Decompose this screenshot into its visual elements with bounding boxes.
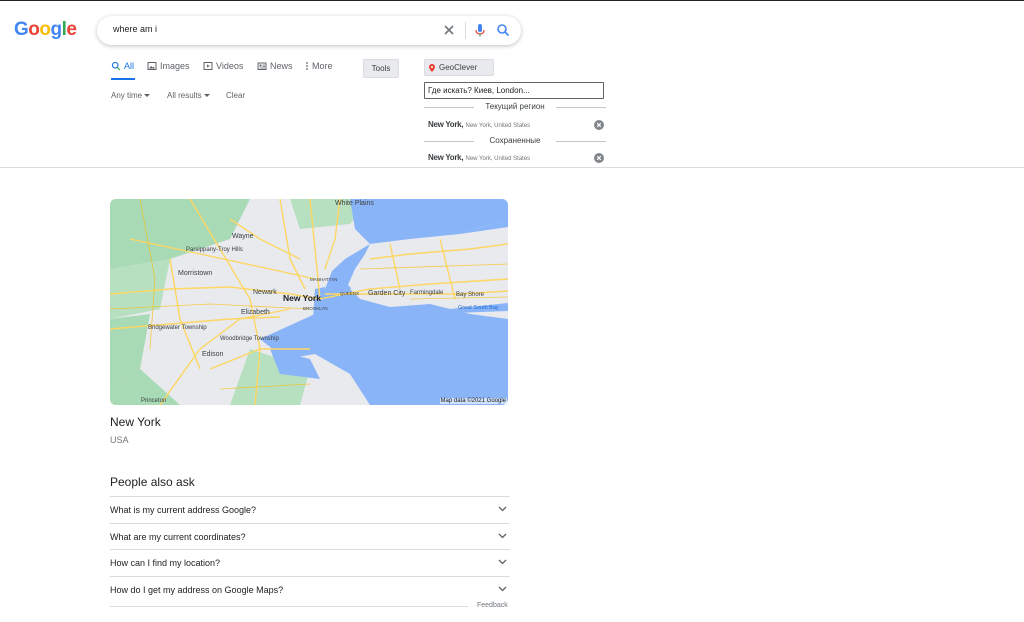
map-pin-icon bbox=[429, 63, 435, 72]
region-city: New York, bbox=[428, 153, 464, 162]
results-filter-dropdown[interactable]: All results bbox=[167, 91, 210, 100]
map-label-garden-city: Garden City bbox=[368, 290, 406, 297]
map-label-morristown: Morristown bbox=[178, 270, 212, 277]
search-input[interactable] bbox=[111, 23, 425, 35]
caret-down-icon bbox=[144, 94, 151, 97]
tab-videos[interactable]: Videos bbox=[203, 61, 243, 71]
results-filter-label: All results bbox=[167, 91, 202, 100]
microphone-icon[interactable] bbox=[472, 22, 488, 38]
tab-label: Images bbox=[160, 61, 190, 71]
tab-label: Videos bbox=[216, 61, 244, 71]
map-label-brooklyn: BROOKLYN bbox=[303, 306, 328, 311]
tab-images[interactable]: Images bbox=[147, 61, 190, 71]
geoclever-button[interactable]: GeoClever bbox=[424, 59, 494, 76]
map-label-woodbridge: Woodbridge Township bbox=[220, 336, 279, 342]
logo-letter: e bbox=[66, 19, 77, 40]
place-title: New York bbox=[110, 415, 161, 429]
tab-news[interactable]: News bbox=[257, 61, 293, 71]
tools-label: Tools bbox=[371, 64, 391, 73]
map-label-queens: QUEENS bbox=[340, 291, 359, 296]
region-city: New York, bbox=[428, 120, 464, 129]
geoclever-label: GeoClever bbox=[439, 63, 478, 72]
chevron-down-icon bbox=[498, 533, 507, 538]
remove-icon[interactable] bbox=[594, 120, 604, 130]
logo-letter: o bbox=[28, 19, 40, 40]
paa-bottom-divider bbox=[110, 606, 468, 607]
chevron-down-icon bbox=[498, 506, 507, 512]
location-map[interactable]: New York Newark Elizabeth Morristown Par… bbox=[110, 199, 508, 405]
remove-icon[interactable] bbox=[594, 153, 604, 163]
search-icon[interactable] bbox=[495, 22, 511, 38]
feedback-link[interactable]: Feedback bbox=[477, 602, 508, 609]
map-label-white-plains: White Plains bbox=[335, 200, 374, 207]
tab-label: More bbox=[312, 61, 333, 71]
question-text: How do I get my address on Google Maps? bbox=[110, 584, 284, 595]
saved-heading: Сохраненные bbox=[424, 136, 606, 146]
more-vert-icon bbox=[306, 62, 308, 70]
map-label-edison: Edison bbox=[202, 351, 224, 358]
header-divider bbox=[0, 167, 1024, 168]
caret-down-icon bbox=[203, 94, 210, 97]
time-filter-dropdown[interactable]: Any time bbox=[111, 91, 151, 100]
question-text: What are my current coordinates? bbox=[110, 531, 246, 542]
google-logo[interactable]: Google bbox=[14, 19, 77, 41]
map-label-newark: Newark bbox=[253, 289, 277, 296]
place-subtitle: USA bbox=[110, 435, 129, 445]
search-box bbox=[97, 16, 521, 45]
clear-filters-link[interactable]: Clear bbox=[226, 91, 245, 100]
clear-icon[interactable] bbox=[441, 22, 457, 38]
window-top-border bbox=[0, 0, 1024, 1]
logo-letter: o bbox=[39, 19, 51, 40]
current-region-item[interactable]: New York, New York, United States bbox=[428, 120, 604, 132]
tools-button[interactable]: Tools bbox=[363, 59, 399, 78]
logo-letter: G bbox=[14, 19, 29, 40]
question-text: How can I find my location? bbox=[110, 558, 221, 568]
people-also-ask-list: What is my current address Google? What … bbox=[110, 496, 510, 602]
tab-more[interactable]: More bbox=[305, 61, 333, 71]
map-label-wayne: Wayne bbox=[232, 233, 254, 240]
map-label-manhattan: MANHATTAN bbox=[310, 277, 337, 282]
map-label-bay-shore: Bay Shore bbox=[456, 292, 485, 298]
search-divider bbox=[465, 22, 466, 39]
map-canvas: New York Newark Elizabeth Morristown Par… bbox=[110, 199, 508, 405]
people-also-ask-title: People also ask bbox=[110, 475, 195, 489]
paa-question[interactable]: What is my current address Google? bbox=[110, 496, 510, 523]
time-filter-label: Any time bbox=[111, 91, 143, 100]
geo-search-input[interactable] bbox=[424, 82, 604, 99]
tab-all[interactable]: All bbox=[111, 61, 134, 71]
chevron-down-icon bbox=[498, 586, 507, 591]
map-attribution: Map data ©2021 Google bbox=[439, 398, 507, 404]
logo-letter: g bbox=[50, 19, 63, 40]
chevron-down-icon bbox=[498, 559, 507, 565]
active-tab-indicator bbox=[111, 78, 135, 80]
tab-label: News bbox=[270, 61, 293, 71]
map-label-farmingdale: Farmingdale bbox=[410, 290, 444, 296]
paa-question[interactable]: How do I get my address on Google Maps? bbox=[110, 575, 510, 603]
saved-region-item[interactable]: New York, New York, United States bbox=[428, 153, 604, 165]
region-detail: New York, United States bbox=[465, 123, 531, 129]
map-label-parsippany: Parsippany-Troy Hills bbox=[186, 247, 243, 253]
news-icon bbox=[257, 62, 267, 70]
map-label-great-south-bay: Great South Bay bbox=[458, 305, 499, 311]
map-label-elizabeth: Elizabeth bbox=[241, 309, 270, 316]
paa-question[interactable]: How can I find my location? bbox=[110, 549, 510, 576]
current-region-heading: Текущий регион bbox=[424, 102, 606, 112]
map-label-new-york: New York bbox=[283, 293, 321, 303]
clear-label: Clear bbox=[226, 91, 246, 100]
tab-label: All bbox=[124, 61, 135, 71]
paa-question[interactable]: What are my current coordinates? bbox=[110, 522, 510, 550]
map-label-princeton: Princeton bbox=[141, 398, 166, 404]
image-icon bbox=[147, 62, 157, 70]
region-detail: New York, United States bbox=[465, 156, 531, 162]
map-label-bridgewater: Bridgewater Township bbox=[148, 325, 207, 331]
search-icon bbox=[111, 61, 121, 71]
play-icon bbox=[203, 62, 213, 70]
question-text: What is my current address Google? bbox=[110, 505, 257, 515]
